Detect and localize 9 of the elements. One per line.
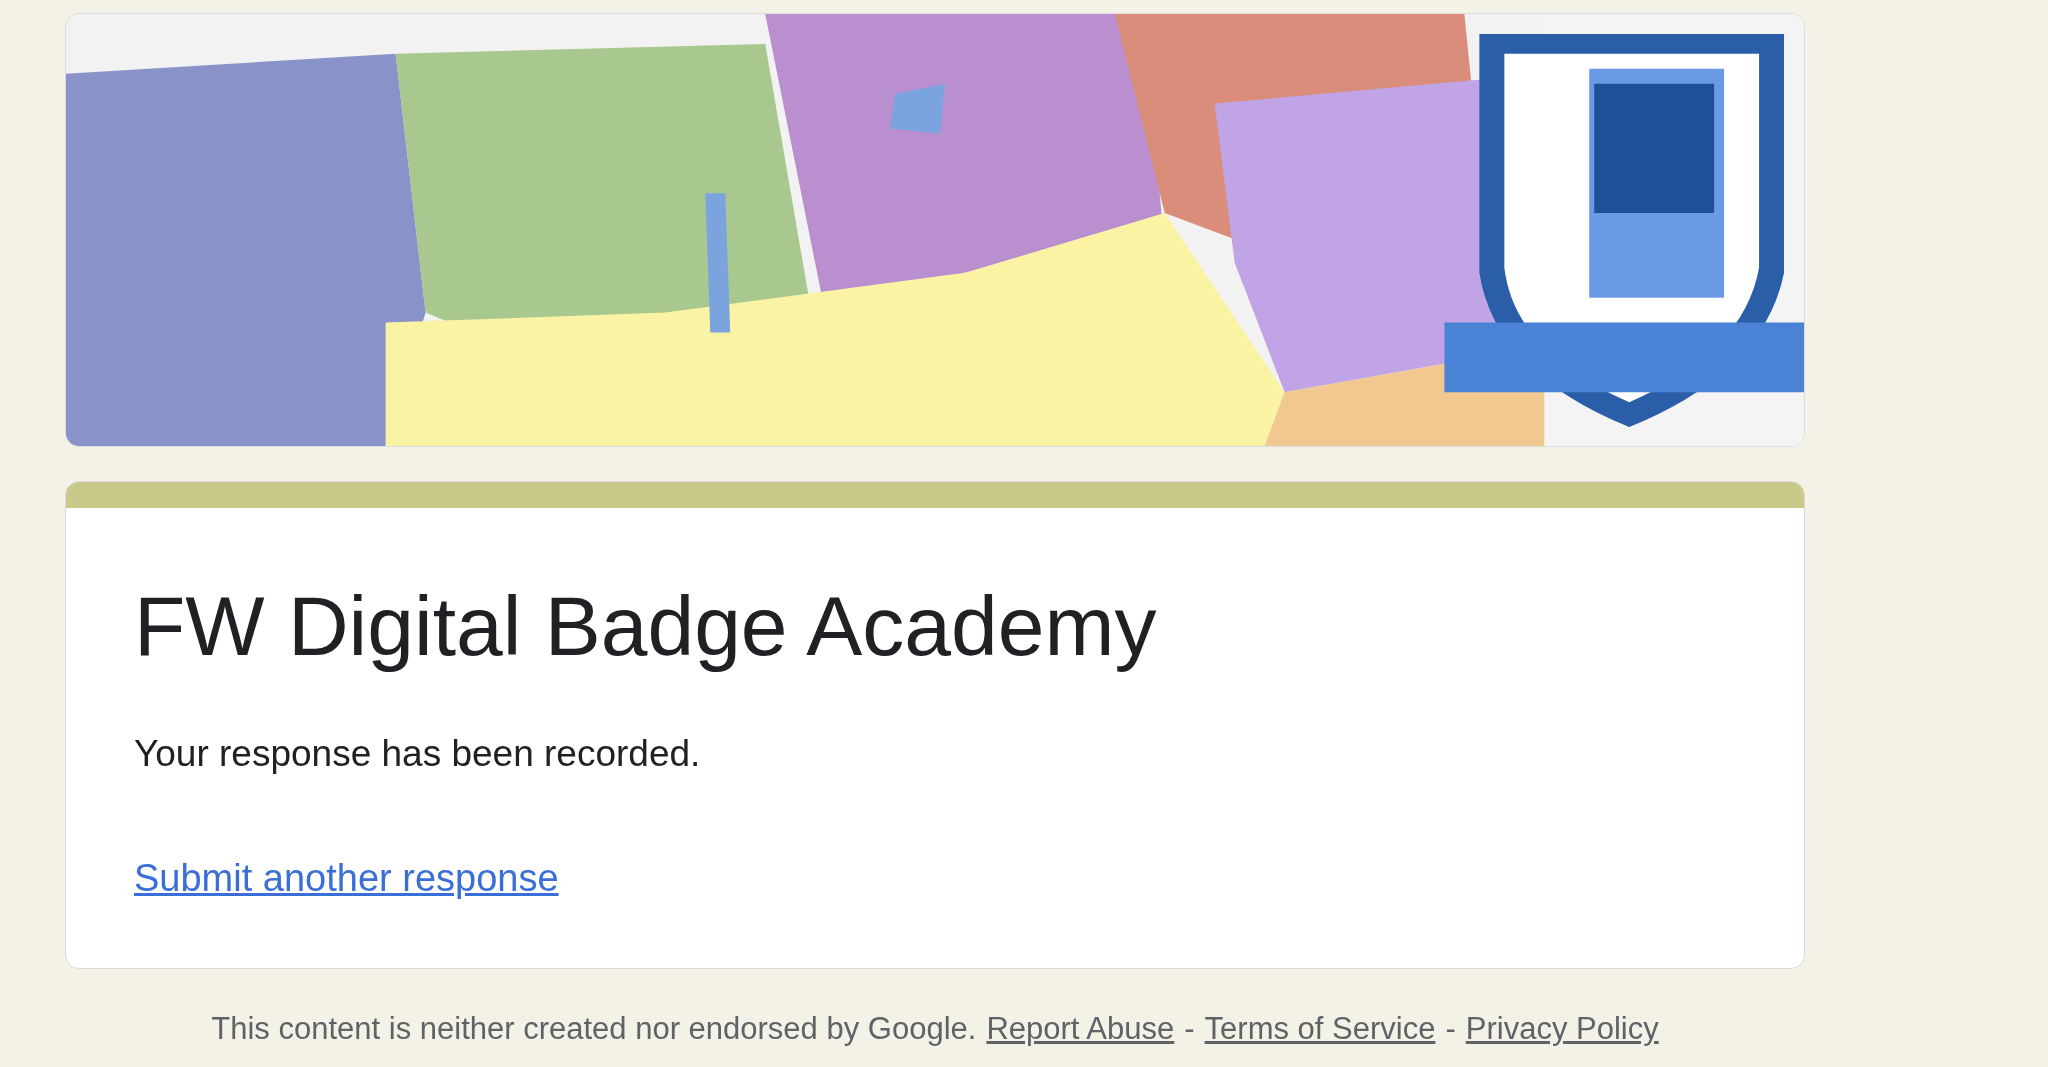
footer-link[interactable]: Report Abuse: [986, 1011, 1175, 1047]
footer-text: -: [1184, 1011, 1195, 1047]
form-title: FW Digital Badge Academy: [134, 578, 1158, 675]
footer-text: This content is neither created nor endorsed by Google.: [211, 1011, 977, 1047]
footer-link[interactable]: Privacy Policy: [1465, 1011, 1659, 1047]
confirmation-message: Your response has been recorded.: [134, 733, 702, 775]
footer-text: -: [1445, 1011, 1456, 1047]
footer-link[interactable]: Terms of Service: [1204, 1011, 1436, 1047]
submit-another-link[interactable]: Submit another response: [134, 857, 559, 900]
